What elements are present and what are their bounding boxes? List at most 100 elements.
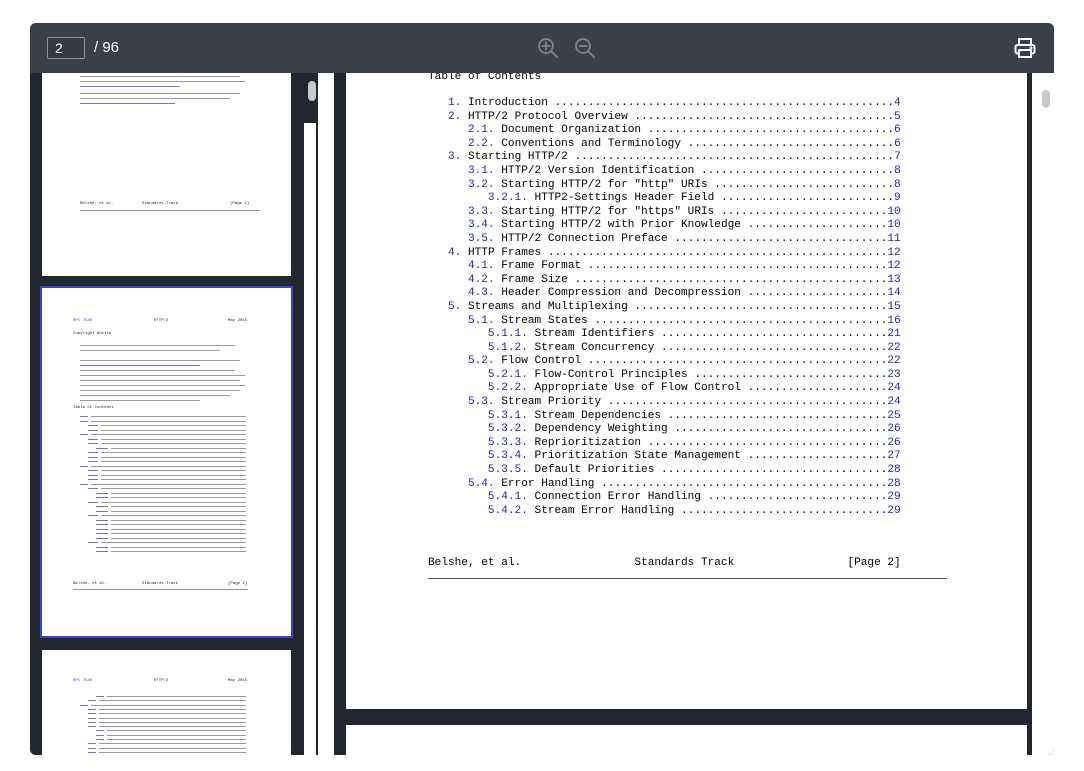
toc-entry-number[interactable]: 3.1. <box>468 165 495 177</box>
sidebar-scrollbar-thumb[interactable] <box>308 81 316 101</box>
toc-entry-number[interactable]: 5.4.1. <box>488 491 528 503</box>
toc-entry-page[interactable]: 12 <box>887 247 900 259</box>
toc-entry[interactable]: 5.3. Stream Priority ...................… <box>428 396 901 410</box>
toc-entry-page[interactable]: 13 <box>887 274 900 286</box>
toc-entry-number[interactable]: 5.3.3. <box>488 437 528 449</box>
toc-entry-page[interactable]: 24 <box>887 396 900 408</box>
zoom-in-icon[interactable] <box>536 36 560 60</box>
toc-entry[interactable]: 3.2.1. HTTP2-Settings Header Field .....… <box>428 192 901 206</box>
toc-entry-number[interactable]: 5.3.1. <box>488 410 528 422</box>
toc-entry-page[interactable]: 25 <box>887 410 900 422</box>
toc-entry[interactable]: 5.3.1. Stream Dependencies .............… <box>428 410 901 424</box>
toc-entry[interactable]: 3.3. Starting HTTP/2 for "https" URIs ..… <box>428 206 901 220</box>
toc-entry-number[interactable]: 5.2.2. <box>488 382 528 394</box>
toc-entry[interactable]: 3.5. HTTP/2 Connection Preface .........… <box>428 233 901 247</box>
toc-entry[interactable]: 5.1.1. Stream Identifiers ..............… <box>428 328 901 342</box>
toc-entry-page[interactable]: 22 <box>887 342 900 354</box>
toc-entry[interactable]: 3.4. Starting HTTP/2 with Prior Knowledg… <box>428 219 901 233</box>
toc-entry[interactable]: 5.1. Stream States .....................… <box>428 315 901 329</box>
toc-entry[interactable]: 5. Streams and Multiplexing ............… <box>428 301 901 315</box>
toc-entry-number[interactable]: 5.3.5. <box>488 464 528 476</box>
toc-entry-number[interactable]: 5.4. <box>468 478 495 490</box>
toc-entry-page[interactable]: 16 <box>887 315 900 327</box>
toc-entry[interactable]: 5.3.5. Default Priorities ..............… <box>428 464 901 478</box>
toc-entry-page[interactable]: 12 <box>887 260 900 272</box>
toc-entry-number[interactable]: 5.2. <box>468 355 495 367</box>
toc-entry-number[interactable]: 2. <box>448 111 461 123</box>
toc-entry-page[interactable]: 10 <box>887 219 900 231</box>
toc-entry[interactable]: 5.3.4. Prioritization State Management .… <box>428 450 901 464</box>
toc-entry-number[interactable]: 5.2.1. <box>488 369 528 381</box>
page-thumbnail-2[interactable]: RFC 7540 HTTP/2 May 2015 Copyright Notic… <box>40 286 293 638</box>
toc-entry-page[interactable]: 9 <box>894 192 901 204</box>
toc-entry-page[interactable]: 7 <box>894 151 901 163</box>
toc-entry-number[interactable]: 5.3. <box>468 396 495 408</box>
document-view[interactable]: Table of Contents 1. Introduction ......… <box>318 73 1054 755</box>
toc-entry-number[interactable]: 5.1.2. <box>488 342 528 354</box>
toc-entry[interactable]: 5.4.1. Connection Error Handling .......… <box>428 491 901 505</box>
toc-entry-page[interactable]: 29 <box>887 491 900 503</box>
toc-entry-page[interactable]: 22 <box>887 355 900 367</box>
sidebar-scroll-track[interactable] <box>304 123 316 755</box>
toc-entry-number[interactable]: 5.1. <box>468 315 495 327</box>
document-scroll-track[interactable] <box>1032 73 1054 755</box>
toc-entry-page[interactable]: 15 <box>887 301 900 313</box>
toc-entry-page[interactable]: 24 <box>887 382 900 394</box>
toc-entry[interactable]: 4.2. Frame Size ........................… <box>428 274 901 288</box>
toc-entry-page[interactable]: 29 <box>887 505 900 517</box>
toc-entry-page[interactable]: 28 <box>887 478 900 490</box>
toc-entry-page[interactable]: 6 <box>894 138 901 150</box>
document-scrollbar-thumb[interactable] <box>1042 90 1050 108</box>
thumbnail-sidebar[interactable]: Belshe, et al. Standards Track [Page 1] … <box>30 73 316 755</box>
zoom-out-icon[interactable] <box>573 36 597 60</box>
toc-entry-number[interactable]: 5.3.2. <box>488 423 528 435</box>
toc-entry-page[interactable]: 6 <box>894 124 901 136</box>
toc-entry-page[interactable]: 21 <box>887 328 900 340</box>
toc-entry-number[interactable]: 3.3. <box>468 206 495 218</box>
toc-entry-page[interactable]: 10 <box>887 206 900 218</box>
toc-entry[interactable]: 5.2. Flow Control ......................… <box>428 355 901 369</box>
toc-entry[interactable]: 5.1.2. Stream Concurrency ..............… <box>428 342 901 356</box>
toc-entry-page[interactable]: 27 <box>887 450 900 462</box>
toc-entry-page[interactable]: 26 <box>887 423 900 435</box>
page-thumbnail-3[interactable]: RFC 7540 HTTP/2 May 2015 <box>42 650 291 755</box>
toc-entry[interactable]: 2.2. Conventions and Terminology .......… <box>428 138 901 152</box>
toc-entry-number[interactable]: 4. <box>448 247 461 259</box>
toc-entry-number[interactable]: 3.4. <box>468 219 495 231</box>
toc-entry-page[interactable]: 28 <box>887 464 900 476</box>
toc-entry-number[interactable]: 5.3.4. <box>488 450 528 462</box>
toc-entry-number[interactable]: 1. <box>448 97 461 109</box>
toc-entry[interactable]: 3. Starting HTTP/2 .....................… <box>428 151 901 165</box>
page-number-input[interactable]: 2 <box>47 37 85 59</box>
toc-entry-page[interactable]: 8 <box>894 165 901 177</box>
toc-entry[interactable]: 5.3.2. Dependency Weighting ............… <box>428 423 901 437</box>
page-thumbnail-1[interactable]: Belshe, et al. Standards Track [Page 1] <box>42 73 291 276</box>
toc-entry-number[interactable]: 2.2. <box>468 138 495 150</box>
toc-entry-page[interactable]: 5 <box>894 111 901 123</box>
print-icon[interactable] <box>1013 36 1037 60</box>
toc-entry[interactable]: 4.1. Frame Format ......................… <box>428 260 901 274</box>
toc-entry-number[interactable]: 4.3. <box>468 287 495 299</box>
toc-entry-number[interactable]: 2.1. <box>468 124 495 136</box>
toc-entry[interactable]: 1. Introduction ........................… <box>428 97 901 111</box>
toc-entry[interactable]: 2.1. Document Organization .............… <box>428 124 901 138</box>
toc-entry[interactable]: 3.1. HTTP/2 Version Identification .....… <box>428 165 901 179</box>
toc-entry[interactable]: 4.3. Header Compression and Decompressio… <box>428 287 901 301</box>
toc-entry-number[interactable]: 3.2.1. <box>488 192 528 204</box>
toc-entry-number[interactable]: 4.1. <box>468 260 495 272</box>
toc-entry[interactable]: 5.3.3. Reprioritization ................… <box>428 437 901 451</box>
toc-entry[interactable]: 4. HTTP Frames .........................… <box>428 247 901 261</box>
toc-entry-page[interactable]: 8 <box>894 179 901 191</box>
toc-entry[interactable]: 3.2. Starting HTTP/2 for "http" URIs ...… <box>428 179 901 193</box>
toc-entry-number[interactable]: 5. <box>448 301 461 313</box>
toc-entry-number[interactable]: 3. <box>448 151 461 163</box>
toc-entry-number[interactable]: 5.4.2. <box>488 505 528 517</box>
toc-entry[interactable]: 5.4.2. Stream Error Handling ...........… <box>428 505 901 519</box>
toc-entry-page[interactable]: 11 <box>887 233 900 245</box>
toc-entry-page[interactable]: 4 <box>894 97 901 109</box>
toc-entry-number[interactable]: 3.2. <box>468 179 495 191</box>
toc-entry[interactable]: 5.2.1. Flow-Control Principles .........… <box>428 369 901 383</box>
toc-entry-page[interactable]: 26 <box>887 437 900 449</box>
toc-entry[interactable]: 2. HTTP/2 Protocol Overview ............… <box>428 111 901 125</box>
toc-entry[interactable]: 5.4. Error Handling ....................… <box>428 478 901 492</box>
